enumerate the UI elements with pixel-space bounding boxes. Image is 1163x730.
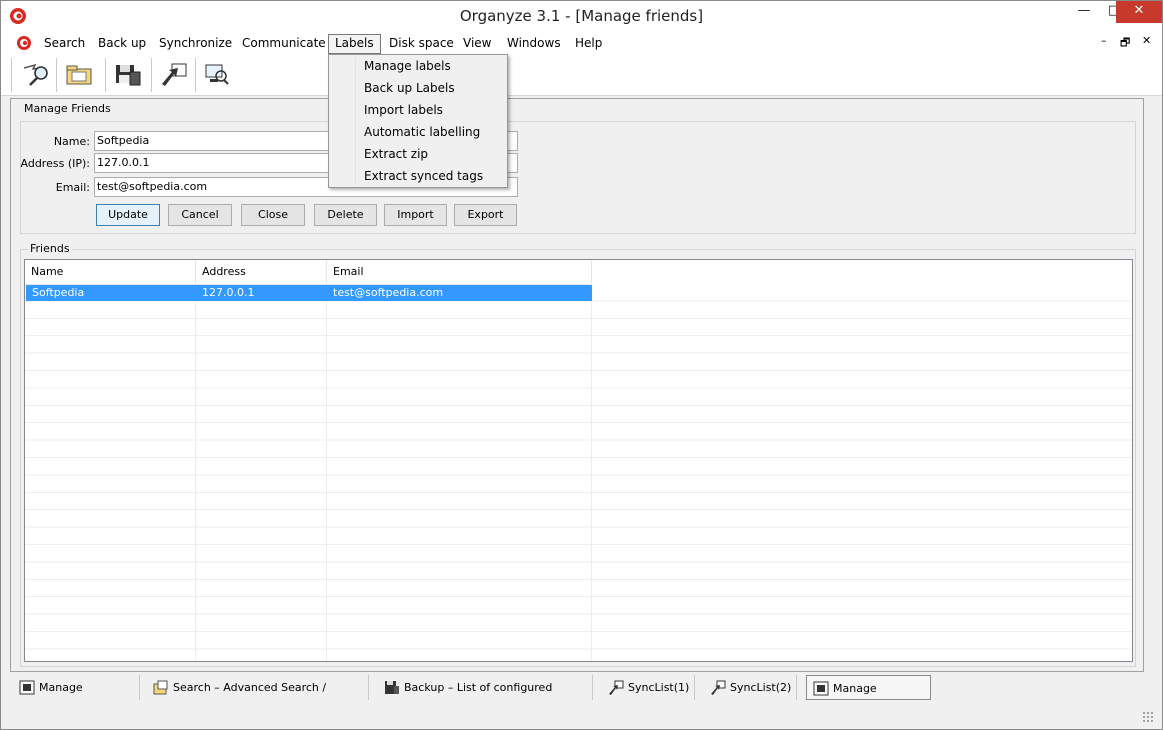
close-button[interactable]: ✕ <box>1116 1 1162 23</box>
mdi-restore-button[interactable]: 🗗 <box>1120 34 1130 53</box>
table-row[interactable]: Softpedia 127.0.0.1 test@softpedia.com <box>26 285 592 301</box>
menu-labels[interactable]: Labels <box>328 34 381 54</box>
menu-search[interactable]: Search <box>38 35 91 53</box>
menu-view[interactable]: View <box>457 35 497 53</box>
sync-icon <box>609 680 624 695</box>
menu-item-back-up-labels[interactable]: Back up Labels <box>364 77 455 99</box>
mdi-minimize-button[interactable]: – <box>1101 34 1107 47</box>
sync-tool-icon[interactable] <box>158 60 190 88</box>
column-divider <box>591 260 592 661</box>
close-dialog-button[interactable]: Close <box>241 204 305 226</box>
name-label: Name: <box>53 135 90 148</box>
manage-friends-group-title: Manage Friends <box>22 102 113 115</box>
table-gridlines <box>25 284 1132 661</box>
update-button[interactable]: Update <box>96 204 160 226</box>
menu-bar: Search Back up Synchronize Communicate L… <box>1 32 1162 54</box>
network-tool-icon[interactable] <box>201 60 233 88</box>
cell-address: 127.0.0.1 <box>202 286 255 299</box>
import-button[interactable]: Import <box>384 204 447 226</box>
toolbar-separator <box>195 58 196 92</box>
window-tab-bar: Manage friends(1) Search – Advanced Sear… <box>1 673 1162 720</box>
resize-grip[interactable] <box>1142 711 1154 723</box>
toolbar-separator <box>105 58 106 92</box>
menu-synchronize[interactable]: Synchronize <box>153 35 238 53</box>
tab-label: SyncList(1) <box>628 681 690 694</box>
tab-synclist-1[interactable]: SyncList(1) <box>602 675 695 700</box>
cancel-button[interactable]: Cancel <box>168 204 232 226</box>
column-header-name[interactable]: Name <box>25 260 196 284</box>
tab-label: SyncList(2) <box>730 681 792 694</box>
folder-tool-icon[interactable] <box>64 60 96 88</box>
tab-backup-list[interactable]: Backup – List of configured backups <box>378 675 593 719</box>
manage-friends-icon <box>19 680 35 695</box>
mdi-close-button[interactable]: ✕ <box>1142 34 1151 47</box>
export-button[interactable]: Export <box>454 204 517 226</box>
toolbar-grip <box>11 58 12 92</box>
friends-group-title: Friends <box>28 242 72 255</box>
menu-item-extract-zip[interactable]: Extract zip <box>364 143 428 165</box>
cell-email: test@softpedia.com <box>333 286 444 299</box>
column-divider <box>326 260 327 661</box>
window-title: Organyze 3.1 - [Manage friends] <box>459 7 704 25</box>
address-label: Address (IP): <box>20 157 90 170</box>
menu-help[interactable]: Help <box>569 35 608 53</box>
tab-manage-friends-1[interactable]: Manage friends(1) <box>13 675 140 719</box>
status-bar <box>1 703 1162 729</box>
cell-name: Softpedia <box>32 286 85 299</box>
menu-windows[interactable]: Windows <box>501 35 567 53</box>
tab-synclist-2[interactable]: SyncList(2) <box>704 675 797 700</box>
menu-gutter <box>355 57 356 185</box>
tab-manage-friends-2[interactable]: Manage friends(2) <box>806 675 931 720</box>
application-window: Organyze 3.1 - [Manage friends] — □ ✕ Se… <box>0 0 1163 730</box>
minimize-button[interactable]: — <box>1069 1 1099 23</box>
menu-item-manage-labels[interactable]: Manage labels <box>364 55 451 77</box>
menu-communicate[interactable]: Communicate <box>236 35 332 53</box>
column-divider <box>195 260 196 661</box>
menu-item-import-labels[interactable]: Import labels <box>364 99 443 121</box>
mdi-app-logo-icon[interactable] <box>16 35 32 51</box>
menu-disk-space[interactable]: Disk space <box>383 35 460 53</box>
table-header: Name Address Email <box>25 260 592 285</box>
delete-button[interactable]: Delete <box>314 204 377 226</box>
labels-dropdown-menu: Manage labels Back up Labels Import labe… <box>328 54 508 188</box>
menu-back-up[interactable]: Back up <box>92 35 152 53</box>
sync-icon <box>711 680 726 695</box>
toolbar-separator <box>56 58 57 92</box>
search-folder-icon <box>153 680 168 695</box>
column-header-address[interactable]: Address <box>196 260 327 284</box>
tab-search-advanced[interactable]: Search – Advanced Search / manage <box>147 675 369 719</box>
menu-item-extract-synced-tags[interactable]: Extract synced tags <box>364 165 483 187</box>
backup-disk-icon <box>385 681 399 694</box>
email-label: Email: <box>55 181 90 194</box>
column-header-email[interactable]: Email <box>327 260 592 284</box>
toolbar-separator <box>151 58 152 92</box>
backup-disk-icon[interactable] <box>112 60 144 88</box>
friends-table[interactable]: Name Address Email Softpedia 127.0.0.1 t… <box>24 259 1133 662</box>
toolbar <box>1 54 1162 96</box>
title-bar: Organyze 3.1 - [Manage friends] — □ ✕ <box>1 1 1162 32</box>
manage-friends-icon <box>813 681 829 696</box>
menu-item-automatic-labelling[interactable]: Automatic labelling <box>364 121 480 143</box>
search-tool-icon[interactable] <box>21 60 53 88</box>
